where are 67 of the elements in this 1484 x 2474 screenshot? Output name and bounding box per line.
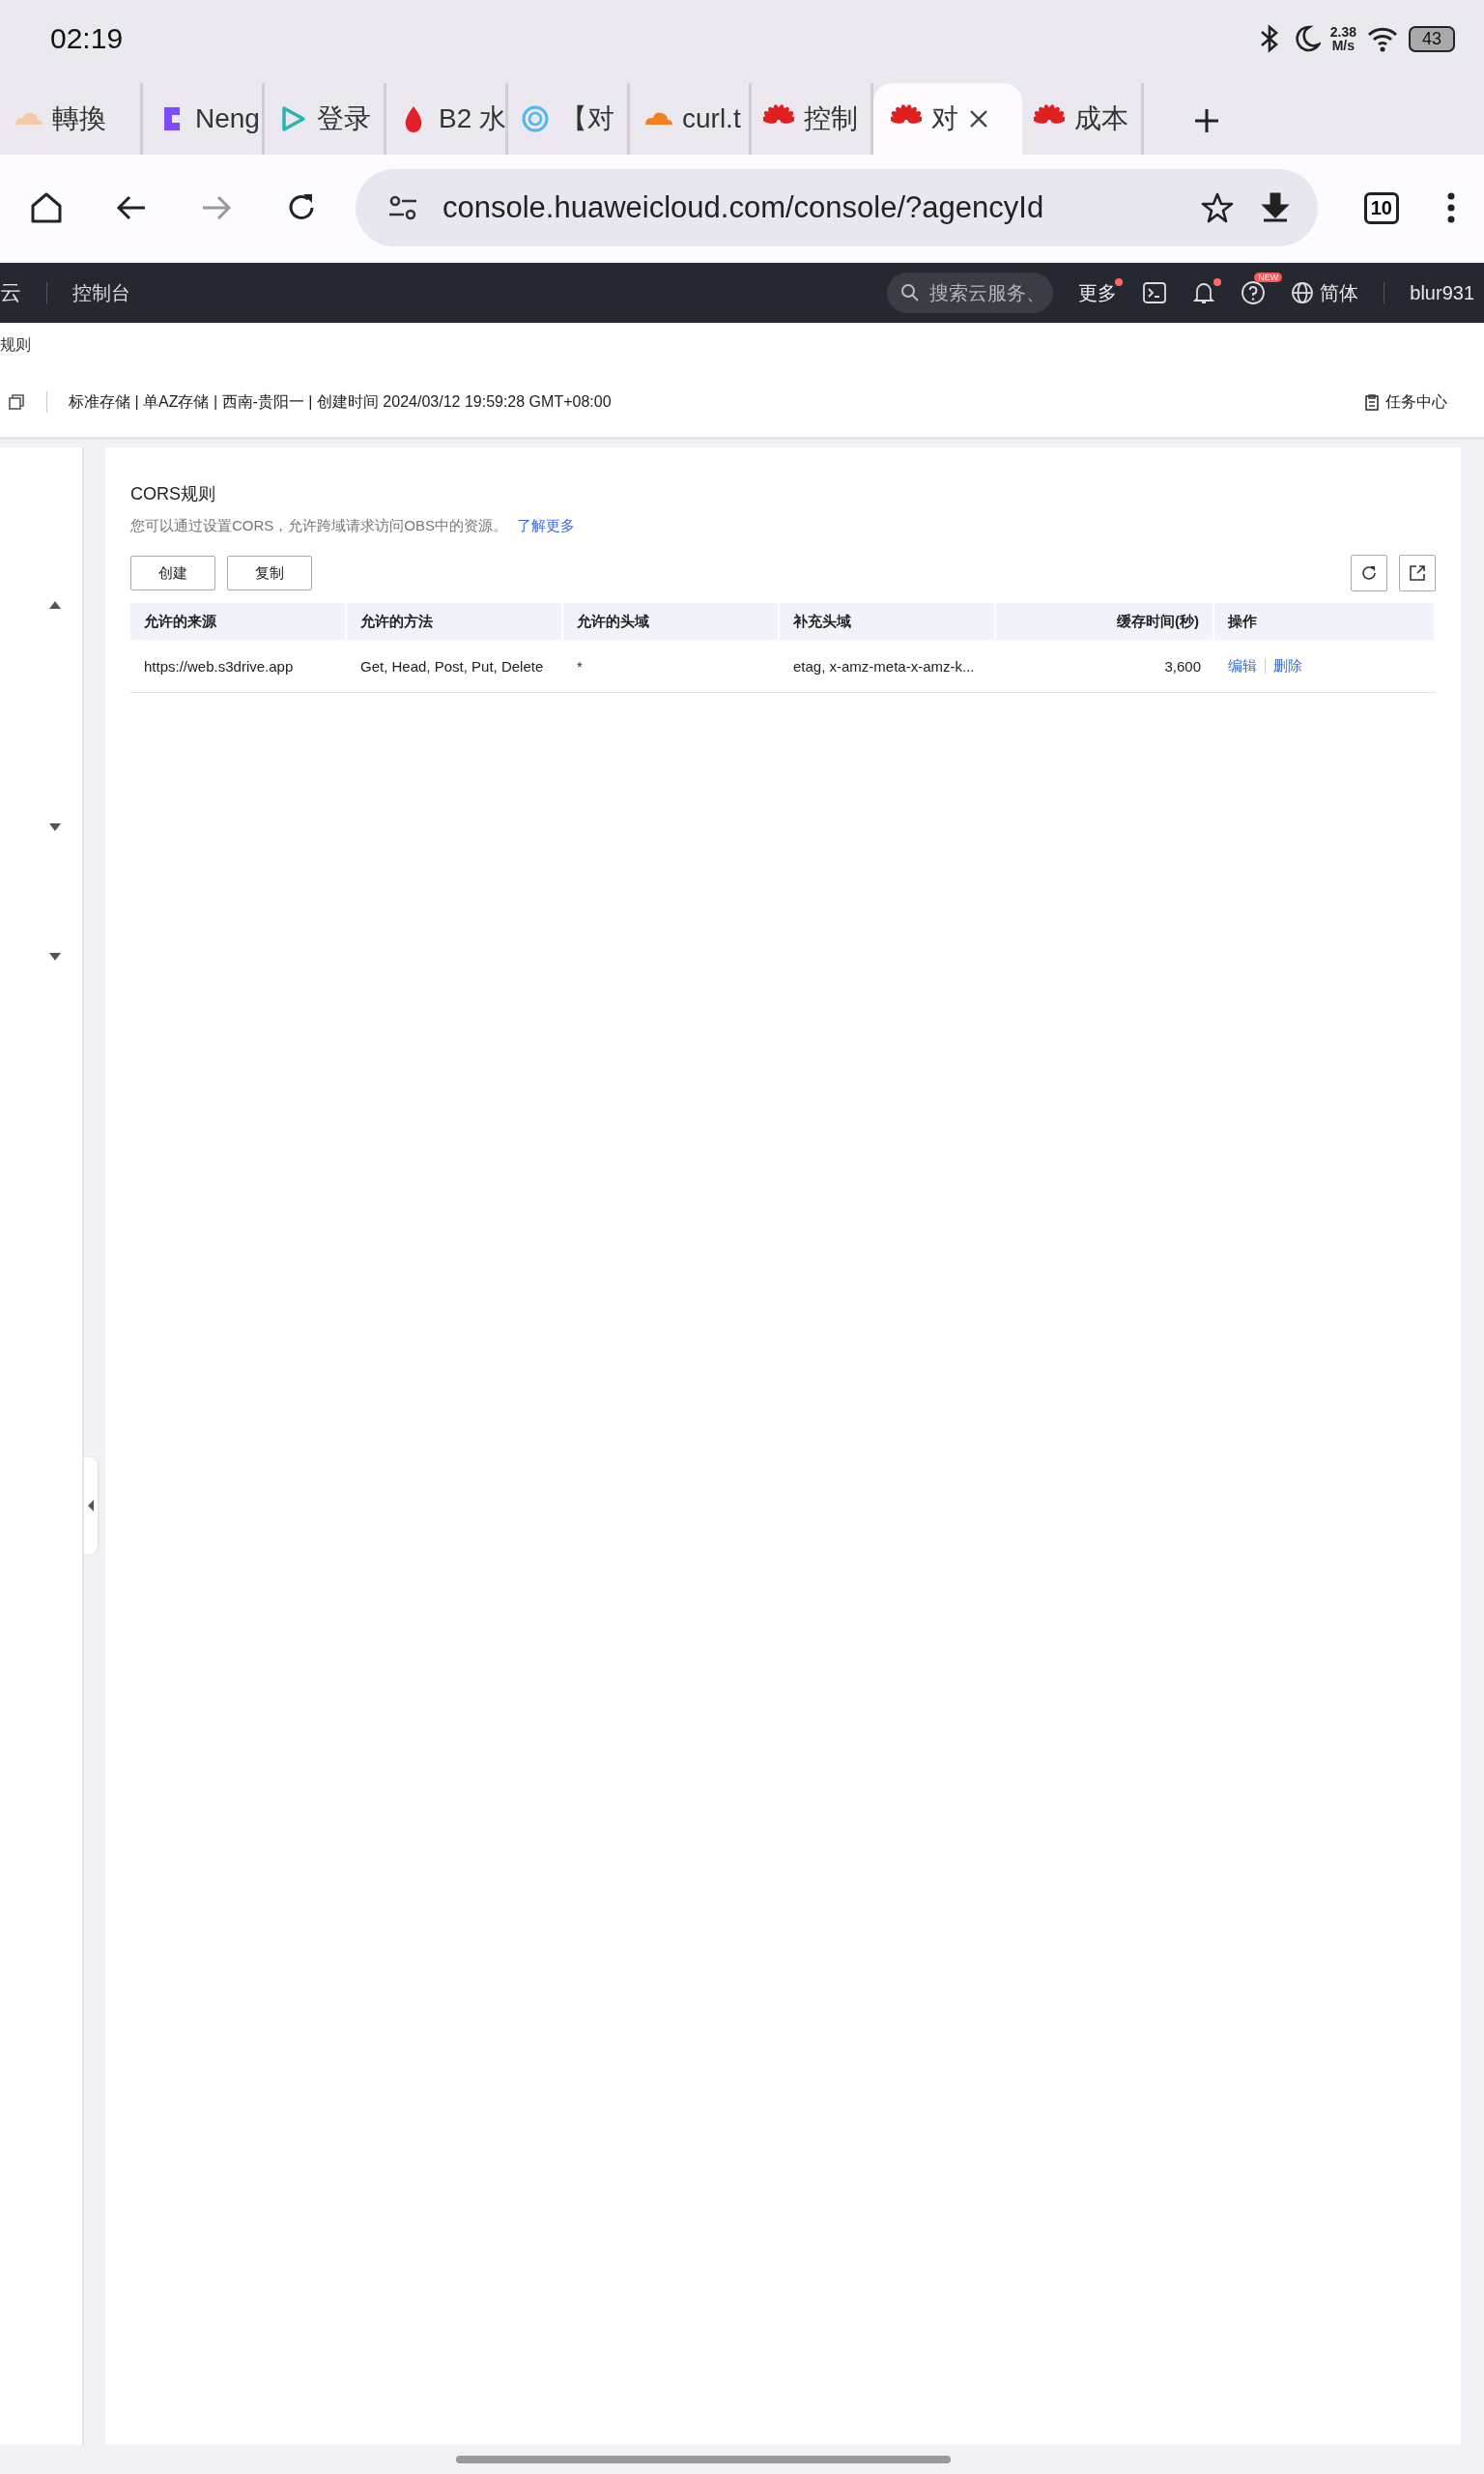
refresh-button[interactable] bbox=[1351, 555, 1387, 591]
network-speed: 2.38 bbox=[1329, 25, 1356, 39]
copy-icon[interactable] bbox=[8, 393, 25, 411]
action-link[interactable]: 编辑 bbox=[1228, 656, 1257, 676]
bucket-info: 标准存储 | 单AZ存储 | 西南-贵阳一 | 创建时间 2024/03/12 19:59:28 GMT+08:00 bbox=[69, 391, 612, 412]
column-header: 缓存时间(秒) bbox=[996, 603, 1214, 640]
tab-title: 轉換 bbox=[52, 102, 106, 135]
browser-tab[interactable]: 对 bbox=[873, 83, 1022, 155]
breadcrumb-text[interactable]: 规则 bbox=[0, 334, 31, 356]
column-header: 允许的来源 bbox=[130, 603, 347, 640]
url-text: console.huaweicloud.com/console/?agencyId bbox=[442, 190, 1045, 225]
caret-down-icon[interactable] bbox=[48, 952, 62, 962]
caret-up-icon[interactable] bbox=[48, 600, 62, 610]
close-icon[interactable] bbox=[968, 108, 989, 129]
caret-left-icon bbox=[87, 1499, 95, 1512]
tab-title: curl.t bbox=[682, 103, 741, 134]
clock-time: 02:19 bbox=[50, 22, 125, 55]
help-icon[interactable] bbox=[1241, 280, 1267, 305]
export-icon bbox=[1409, 564, 1426, 582]
clipboard-icon bbox=[1364, 393, 1380, 411]
export-button[interactable] bbox=[1399, 555, 1436, 591]
table-cell-text: etag, x-amz-meta-x-amz-k... bbox=[792, 656, 976, 676]
action-button[interactable]: 创建 bbox=[130, 556, 215, 590]
speed-unit: M/s bbox=[1331, 39, 1356, 52]
column-header: 允许的方法 bbox=[347, 603, 563, 640]
tab-count-button[interactable]: 10 bbox=[1363, 191, 1399, 224]
table-cell-text: Get, Head, Post, Put, Delete bbox=[359, 656, 545, 676]
brand-name: 云 bbox=[0, 279, 21, 306]
more-menu[interactable]: 更多 bbox=[1078, 281, 1118, 303]
notification-dot bbox=[1213, 278, 1222, 286]
search-icon bbox=[900, 283, 921, 302]
address-bar[interactable]: console.huaweicloud.com/console/?agencyId bbox=[356, 169, 1318, 246]
table-cell-text: * bbox=[576, 656, 584, 676]
console-link[interactable]: 控制台 bbox=[72, 279, 130, 306]
column-header: 操作 bbox=[1214, 603, 1436, 640]
action-link[interactable]: 删除 bbox=[1273, 656, 1302, 676]
tab-title: 【对 bbox=[560, 102, 614, 135]
table-cell-text: https://web.s3drive.app bbox=[143, 656, 295, 676]
refresh-icon bbox=[1360, 564, 1378, 582]
new-badge: NEW bbox=[1254, 273, 1283, 282]
tab-title: 控制 bbox=[804, 102, 858, 135]
action-button[interactable]: 复制 bbox=[227, 556, 312, 590]
learn-more-link[interactable]: 了解更多 bbox=[517, 517, 575, 535]
description-text: 您可以通过设置CORS，允许跨域请求访问OBS中的资源。 bbox=[130, 517, 507, 535]
globe-icon[interactable] bbox=[1291, 281, 1315, 304]
notification-dot bbox=[1115, 277, 1124, 286]
column-header: 补充头域 bbox=[780, 603, 996, 640]
task-center-link[interactable]: 任务中心 bbox=[1364, 391, 1447, 413]
panel-title: CORS规则 bbox=[130, 483, 216, 505]
caret-down-icon[interactable] bbox=[48, 822, 62, 832]
battery-level: 43 bbox=[1409, 25, 1455, 52]
tab-title: 登录 bbox=[317, 102, 371, 135]
column-header: 允许的头域 bbox=[563, 603, 780, 640]
table-cell-text: 3,600 bbox=[1163, 656, 1202, 676]
wifi-icon bbox=[1366, 25, 1399, 52]
bell-icon[interactable] bbox=[1192, 280, 1216, 305]
terminal-icon[interactable] bbox=[1142, 281, 1168, 304]
tab-title: B2 水 bbox=[439, 102, 505, 135]
tab-title: Neng bbox=[195, 103, 260, 134]
tab-title: 成本 bbox=[1074, 102, 1128, 135]
user-menu[interactable]: blur931 bbox=[1410, 281, 1474, 304]
tab-title: 对 bbox=[931, 102, 958, 135]
star-icon[interactable] bbox=[1199, 190, 1235, 225]
collapse-handle[interactable] bbox=[84, 1457, 98, 1554]
language-label[interactable]: 简体 bbox=[1320, 279, 1359, 306]
search-field[interactable]: 搜索云服务、 bbox=[887, 273, 1054, 313]
new-tab-icon[interactable] bbox=[1192, 106, 1221, 135]
